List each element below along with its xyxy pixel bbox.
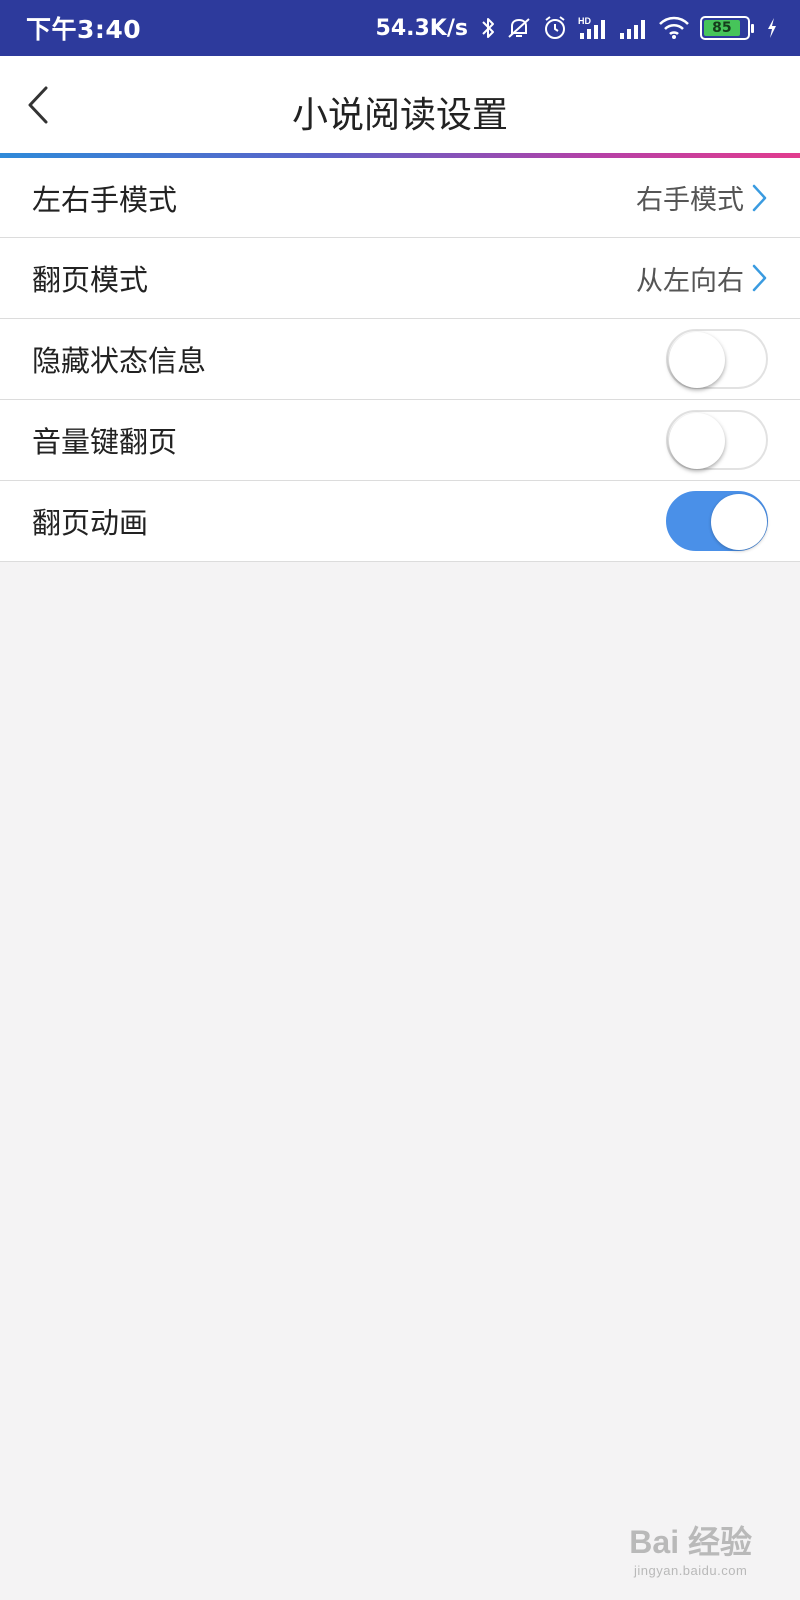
page-title: 小说阅读设置 (291, 95, 508, 136)
setting-page-turn-animation: 翻页动画 (0, 481, 800, 562)
net-speed: 54.3K/s (375, 15, 468, 41)
status-time: 下午3:40 (26, 15, 142, 44)
volume-key-toggle[interactable] (666, 410, 768, 470)
setting-label: 音量键翻页 (32, 425, 178, 459)
watermark-main: Bai 经验 (629, 1524, 752, 1560)
hd-signal-icon: HD (578, 15, 608, 41)
page-animation-toggle[interactable] (666, 491, 768, 551)
setting-value: 右手模式 (636, 185, 744, 216)
setting-value: 从左向右 (636, 265, 744, 297)
mute-icon (506, 16, 532, 40)
setting-handedness[interactable]: 左右手模式 右手模式 (0, 158, 800, 238)
chevron-right-icon (750, 263, 768, 293)
status-bar: 下午3:40 54.3K/s HD 85 (0, 0, 800, 56)
setting-hide-status-info: 隐藏状态信息 (0, 319, 800, 400)
bluetooth-icon (480, 16, 496, 40)
setting-label: 翻页模式 (32, 263, 149, 297)
wifi-icon (658, 16, 690, 40)
setting-volume-key-page-turn: 音量键翻页 (0, 400, 800, 481)
battery-level: 85 (712, 20, 732, 36)
toggle-knob (669, 332, 725, 388)
app-header: 小说阅读设置 (0, 56, 800, 153)
svg-text:HD: HD (578, 16, 591, 26)
settings-list: 左右手模式 右手模式 翻页模式 从左向右 隐藏状态信息 音量键翻页 翻页动画 (0, 158, 800, 562)
signal-icon (618, 15, 648, 41)
toggle-knob (711, 494, 767, 550)
charging-icon (766, 17, 778, 39)
setting-label: 隐藏状态信息 (32, 344, 207, 378)
chevron-right-icon (750, 183, 768, 213)
setting-page-turn-mode[interactable]: 翻页模式 从左向右 (0, 238, 800, 319)
hide-status-toggle[interactable] (666, 329, 768, 389)
watermark-sub: jingyan.baidu.com (634, 1563, 748, 1578)
battery-icon: 85 (700, 16, 754, 40)
watermark: Bai 经验 jingyan.baidu.com (629, 1517, 752, 1578)
setting-label: 翻页动画 (32, 506, 149, 540)
alarm-icon (542, 15, 568, 41)
status-icons: 54.3K/s HD 85 (376, 15, 778, 41)
toggle-knob (669, 413, 725, 469)
setting-label: 左右手模式 (32, 182, 178, 217)
